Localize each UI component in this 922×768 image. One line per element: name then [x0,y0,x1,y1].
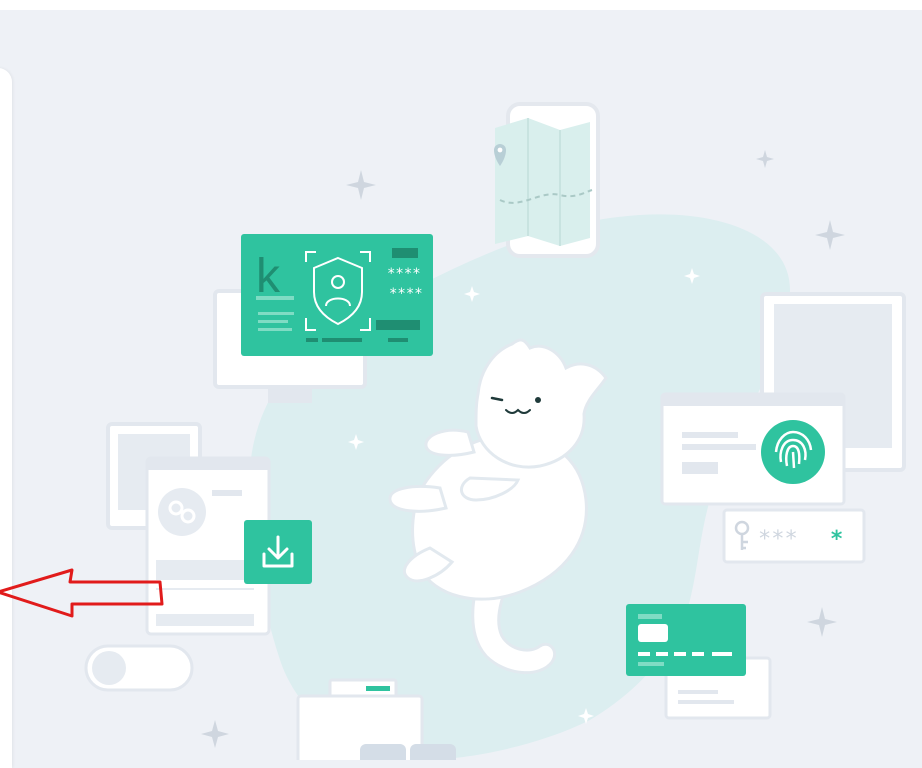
id-card: k **** **** [241,234,433,356]
download-icon [244,520,312,584]
password-field: *** * [722,508,866,564]
password-mask: *** [758,527,798,552]
security-illustration: k **** **** *** * [0,102,906,760]
red-arrow-icon [0,568,164,618]
pin-mask-1: **** [387,266,421,282]
toggle-icon [84,644,194,692]
phone-map-card [494,102,600,258]
link-icon [158,488,206,536]
onboarding-illustration-stage: k **** **** *** * [0,0,922,768]
fingerprint-icon [761,420,825,484]
id-card-letter: k [256,250,281,303]
credit-card-icon [626,604,746,676]
pin-mask-2: **** [389,286,423,302]
password-last-char: * [830,527,843,552]
fingerprint-card [660,392,846,506]
